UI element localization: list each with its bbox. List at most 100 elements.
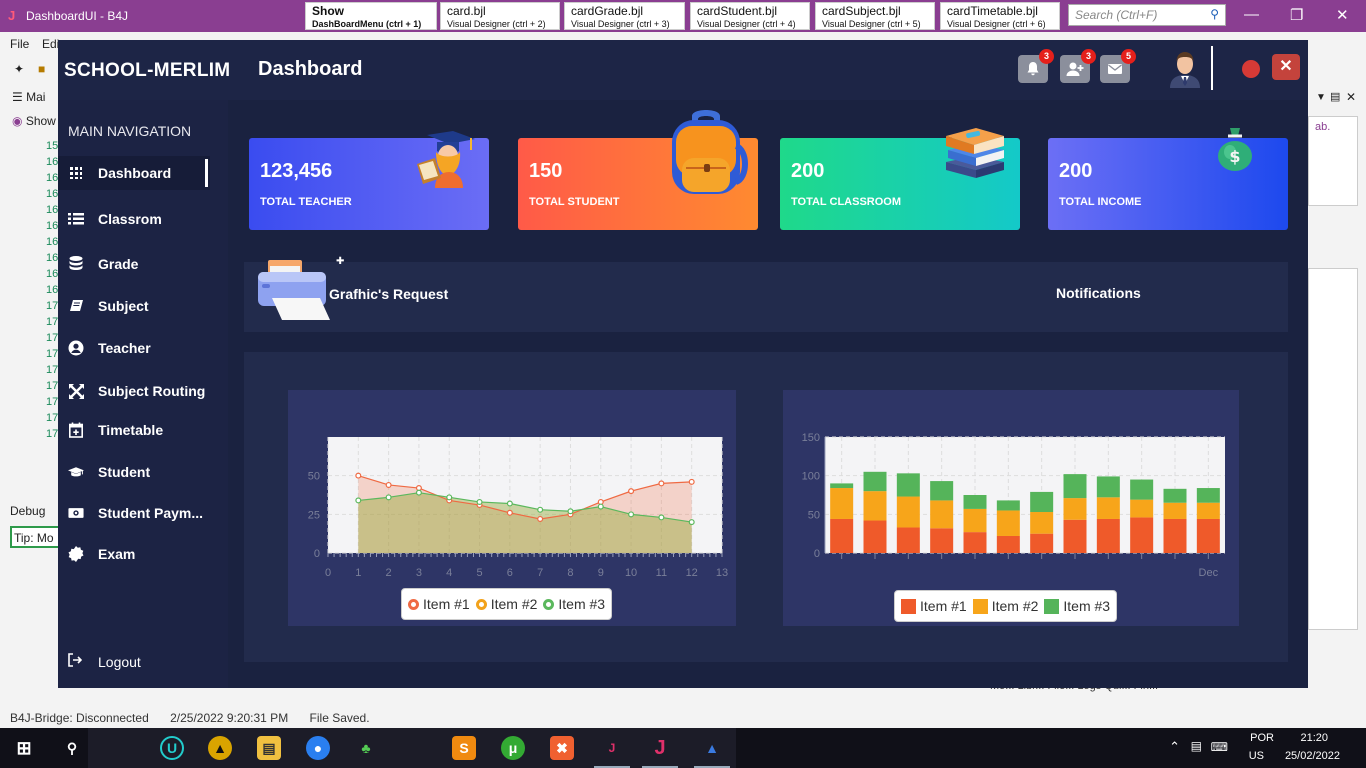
ide-tab-card-student[interactable]: cardStudent.bjl Visual Designer (ctrl + 4… bbox=[690, 2, 810, 30]
app-close-button[interactable]: ✕ bbox=[1272, 54, 1300, 80]
bar-segment bbox=[863, 471, 887, 492]
ide-menu-edit[interactable]: Edi bbox=[42, 37, 59, 51]
ide-log-box bbox=[1308, 268, 1358, 630]
clock-time[interactable]: 21:20 bbox=[1300, 732, 1328, 744]
users-button[interactable]: 3 bbox=[1060, 49, 1096, 83]
line-number: 16 bbox=[46, 172, 59, 184]
chevron-up-icon[interactable]: ⌃ bbox=[1169, 739, 1180, 755]
certificate-icon bbox=[68, 546, 84, 562]
card-total-classroom[interactable]: 200 TOTAL CLASSROOM bbox=[780, 128, 1020, 230]
sidebar-item-subject[interactable]: Subject bbox=[58, 289, 210, 323]
card-value: 123,456 bbox=[260, 160, 333, 182]
card-total-student[interactable]: 150 TOTAL STUDENT bbox=[518, 110, 758, 230]
sidebar-item-exam[interactable]: Exam bbox=[58, 537, 210, 571]
file-explorer-icon[interactable]: ▤ bbox=[257, 736, 281, 760]
pin-icon[interactable]: ▤ bbox=[1330, 90, 1340, 103]
b4j-app-taskbar-icon[interactable]: J bbox=[642, 736, 678, 768]
logout-button[interactable]: Logout bbox=[58, 646, 218, 676]
legend-item[interactable]: Item #3 bbox=[1044, 598, 1110, 614]
card-label: TOTAL INCOME bbox=[1059, 196, 1142, 208]
keyboard-icon[interactable]: ⌨ bbox=[1211, 740, 1228, 754]
firefox-icon[interactable]: ● bbox=[306, 736, 330, 760]
toolbar-open-icon[interactable]: ■ bbox=[38, 62, 45, 76]
data-point bbox=[385, 494, 392, 501]
sidebar-item-label: Teacher bbox=[98, 340, 151, 356]
app-triangle-icon[interactable]: ▲ bbox=[208, 736, 232, 760]
ide-tab-card[interactable]: card.bjl Visual Designer (ctrl + 2) bbox=[440, 2, 560, 30]
card-total-income[interactable]: 200 TOTAL INCOME $ bbox=[1048, 128, 1288, 230]
b4j-taskbar-icon[interactable]: J bbox=[594, 736, 630, 768]
sidebar-item-teacher[interactable]: Teacher bbox=[58, 331, 210, 365]
line-number: 17 bbox=[46, 300, 59, 312]
chevron-down-icon[interactable]: ▼ bbox=[1316, 92, 1326, 103]
bar-segment bbox=[896, 473, 920, 497]
notes-icon[interactable]: ▤ bbox=[1191, 739, 1202, 753]
lang-indicator[interactable]: POR bbox=[1250, 732, 1274, 744]
sidebar-item-student[interactable]: Student bbox=[58, 455, 210, 489]
ide-tab-show[interactable]: Show DashBoardMenu (ctrl + 1) bbox=[305, 2, 437, 30]
sidebar-item-timetable[interactable]: Timetable bbox=[58, 413, 210, 447]
sidebar-item-student-payment[interactable]: Student Paym... bbox=[58, 496, 210, 530]
data-point bbox=[537, 515, 544, 522]
sidebar-item-grade[interactable]: Grade bbox=[58, 247, 210, 281]
notifications-button[interactable]: 3 bbox=[1018, 49, 1054, 83]
search-icon[interactable]: ⚲ bbox=[60, 736, 84, 760]
card-value: 150 bbox=[529, 160, 563, 182]
bar-segment bbox=[1130, 479, 1154, 500]
status-indicator-icon[interactable] bbox=[1242, 60, 1260, 78]
legend-item[interactable]: Item #3 bbox=[543, 596, 605, 612]
requests-panel: ✚ Grafhic's Request Notifications bbox=[244, 256, 1288, 332]
sidebar-item-subject-routing[interactable]: Subject Routing bbox=[58, 374, 210, 408]
ide-panel-main[interactable]: ☰ Mai bbox=[12, 90, 45, 104]
clock-date[interactable]: 25/02/2022 bbox=[1285, 750, 1340, 762]
sidebar-item-label: Dashboard bbox=[98, 165, 172, 181]
x-tick-label: 0 bbox=[325, 567, 331, 579]
ide-tab-card-timetable[interactable]: cardTimetable.bjl Visual Designer (ctrl +… bbox=[940, 2, 1060, 30]
app-uv-icon[interactable]: U bbox=[160, 736, 184, 760]
toolbar-new-icon[interactable]: ✦ bbox=[14, 62, 24, 76]
sidebar-item-classrom[interactable]: Classrom bbox=[58, 202, 210, 236]
legend-marker-icon bbox=[901, 598, 916, 614]
ide-properties-box: ab. bbox=[1308, 116, 1358, 206]
card-total-teacher[interactable]: 123,456 TOTAL TEACHER bbox=[249, 131, 489, 230]
ide-tab-card-grade[interactable]: cardGrade.bjl Visual Designer (ctrl + 3) bbox=[564, 2, 685, 30]
data-point bbox=[355, 497, 362, 504]
ide-menu-file[interactable]: File bbox=[10, 37, 29, 51]
minimize-icon[interactable]: — bbox=[1244, 6, 1259, 23]
grid-icon bbox=[68, 165, 84, 181]
sublime-icon[interactable]: S bbox=[452, 736, 476, 760]
clover-icon[interactable]: ♣ bbox=[354, 736, 378, 760]
legend-item[interactable]: Item #1 bbox=[901, 598, 967, 614]
card-label: TOTAL STUDENT bbox=[529, 196, 620, 208]
card-label: TOTAL TEACHER bbox=[260, 196, 352, 208]
messages-button[interactable]: 5 bbox=[1100, 49, 1136, 83]
xampp-icon[interactable]: ✖ bbox=[550, 736, 574, 760]
windows-start-icon[interactable]: ⊞ bbox=[12, 736, 36, 760]
y-tick-label: 100 bbox=[802, 471, 820, 483]
ide-tab-card-subject[interactable]: cardSubject.bjl Visual Designer (ctrl + 5… bbox=[815, 2, 935, 30]
legend-item[interactable]: Item #2 bbox=[972, 598, 1038, 614]
ide-debug-tab[interactable]: Debug bbox=[10, 504, 45, 518]
line-number: 16 bbox=[46, 204, 59, 216]
maximize-icon[interactable]: ❐ bbox=[1290, 6, 1303, 24]
x-tick-label: 4 bbox=[446, 567, 452, 579]
data-point bbox=[355, 472, 362, 479]
close-panel-icon[interactable]: ✕ bbox=[1346, 90, 1356, 104]
ide-search-input[interactable]: Search (Ctrl+F) ⚲ bbox=[1068, 4, 1226, 26]
ide-panel-show[interactable]: ◉ Show bbox=[12, 114, 56, 128]
legend-item[interactable]: Item #2 bbox=[475, 596, 537, 612]
legend-item[interactable]: Item #1 bbox=[408, 596, 470, 612]
close-window-icon[interactable]: ✕ bbox=[1336, 6, 1349, 24]
bar-segment bbox=[1063, 474, 1087, 499]
region-indicator[interactable]: US bbox=[1249, 750, 1264, 762]
bar-segment bbox=[1030, 512, 1054, 534]
backpack-icon bbox=[672, 110, 748, 194]
x-tick-label: 6 bbox=[507, 567, 513, 579]
bar-segment bbox=[1096, 476, 1120, 498]
data-point bbox=[385, 481, 392, 488]
utorrent-icon[interactable]: μ bbox=[501, 736, 525, 760]
ide-tip-box: Tip: Mo bbox=[10, 526, 60, 548]
sidebar-item-dashboard[interactable]: Dashboard bbox=[58, 156, 210, 190]
avatar[interactable] bbox=[1164, 46, 1206, 88]
java-app-taskbar-icon[interactable]: ▲ bbox=[694, 736, 730, 768]
